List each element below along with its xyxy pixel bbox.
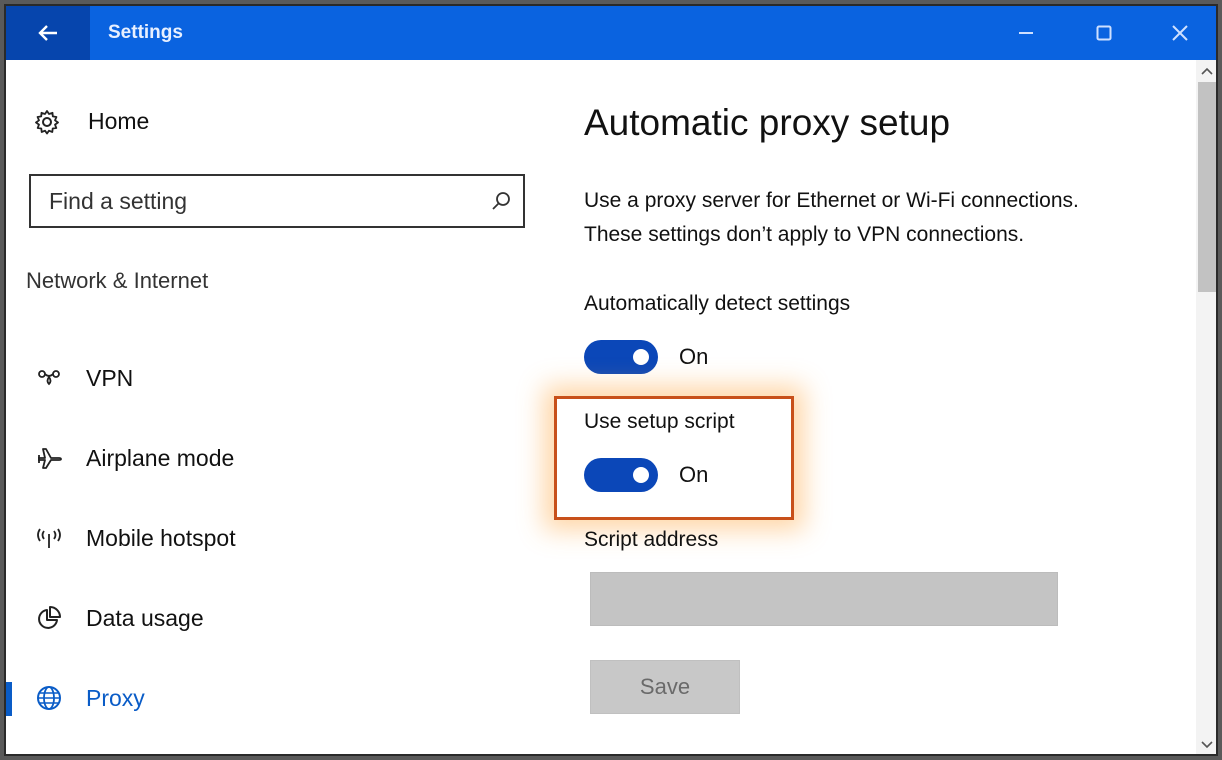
toggle-knob <box>633 467 649 483</box>
setup-script-toggle[interactable] <box>584 458 658 492</box>
close-button[interactable] <box>1142 6 1216 60</box>
settings-window: Settings Home Find a setting Network & I… <box>4 4 1218 756</box>
home-label: Home <box>88 108 150 134</box>
nav-label: Mobile hotspot <box>86 524 236 551</box>
search-box <box>29 174 525 228</box>
back-arrow-icon <box>38 25 57 41</box>
minimize-button[interactable] <box>988 6 1064 60</box>
chevron-down-icon <box>1201 741 1213 749</box>
title-bar: Settings <box>6 6 1216 60</box>
script-address-input[interactable] <box>590 572 1058 626</box>
scroll-up-button[interactable] <box>1196 62 1216 80</box>
back-button[interactable] <box>6 6 90 60</box>
setup-script-setting: On <box>584 458 708 492</box>
main-content: Automatic proxy setup Use a proxy server… <box>554 60 1184 754</box>
maximize-icon <box>1096 25 1112 41</box>
save-button[interactable]: Save <box>590 660 740 714</box>
script-address-label: Script address <box>584 528 719 551</box>
search-icon <box>492 192 510 210</box>
auto-detect-setting: On <box>584 340 708 374</box>
toggle-knob <box>633 349 649 365</box>
gear-icon <box>35 109 59 134</box>
chevron-up-icon <box>1201 67 1213 75</box>
sidebar-item-data-usage[interactable]: Data usage <box>6 588 551 648</box>
hotspot-icon <box>34 523 64 553</box>
nav-label: Proxy <box>86 684 145 711</box>
scroll-thumb[interactable] <box>1198 82 1216 292</box>
airplane-icon <box>34 443 64 473</box>
minimize-icon <box>1019 32 1033 34</box>
vpn-icon <box>34 363 64 393</box>
description-line: These settings don’t apply to VPN connec… <box>584 223 1025 246</box>
page-description: Use a proxy server for Ethernet or Wi-Fi… <box>584 184 1184 252</box>
maximize-button[interactable] <box>1066 6 1142 60</box>
home-link[interactable]: Home <box>34 108 149 135</box>
sidebar-item-airplane-mode[interactable]: Airplane mode <box>6 428 551 488</box>
nav-label: Airplane mode <box>86 444 235 471</box>
auto-detect-label: Automatically detect settings <box>584 292 851 315</box>
auto-detect-toggle[interactable] <box>584 340 658 374</box>
toggle-state-label: On <box>679 344 709 369</box>
section-heading: Network & Internet <box>26 268 209 293</box>
sidebar-item-mobile-hotspot[interactable]: Mobile hotspot <box>6 508 551 568</box>
nav-label: VPN <box>86 364 134 391</box>
nav-label: Data usage <box>86 604 204 631</box>
globe-icon <box>34 683 64 713</box>
sidebar-item-vpn[interactable]: VPN <box>6 348 551 408</box>
data-usage-icon <box>34 603 64 633</box>
scroll-down-button[interactable] <box>1196 736 1216 754</box>
close-icon <box>1172 25 1188 41</box>
scrollbar[interactable] <box>1196 60 1216 754</box>
page-title: Automatic proxy setup <box>584 102 951 143</box>
toggle-state-label: On <box>679 462 709 487</box>
sidebar-item-proxy[interactable]: Proxy <box>6 668 551 728</box>
sidebar: Home Network & Internet VPN <box>6 60 551 754</box>
window-title: Settings <box>108 22 183 43</box>
setup-script-label: Use setup script <box>584 410 735 433</box>
description-line: Use a proxy server for Ethernet or Wi-Fi… <box>584 189 1079 212</box>
active-indicator <box>6 682 12 716</box>
search-input[interactable] <box>31 176 479 226</box>
search-button[interactable] <box>479 176 523 226</box>
